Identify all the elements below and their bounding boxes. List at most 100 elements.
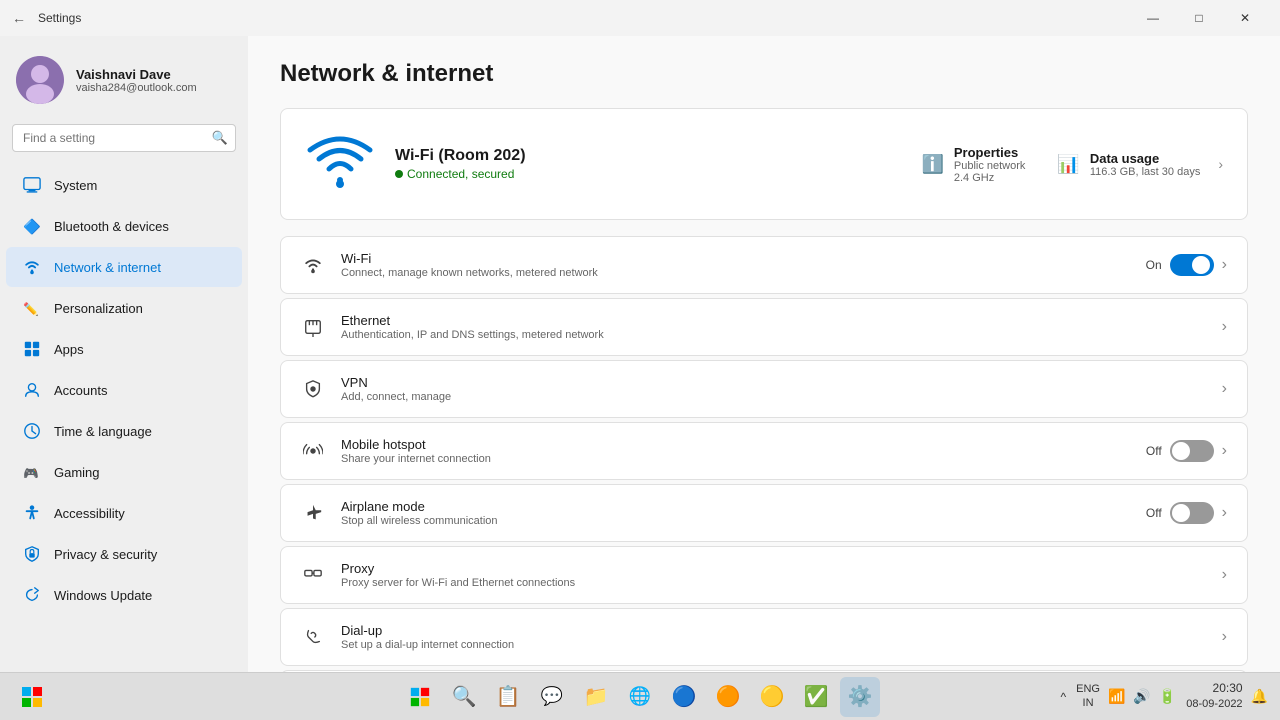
sys-tray: ENGIN 📶 🔊 🔋 — [1074, 681, 1178, 711]
data-usage-text: Data usage 116.3 GB, last 30 days — [1090, 151, 1200, 178]
privacy-icon — [22, 544, 42, 564]
taskbar-date-display: 08-09-2022 — [1186, 697, 1242, 712]
vpn-right: › — [1222, 380, 1227, 398]
settings-item-airplane[interactable]: Airplane mode Stop all wireless communic… — [280, 484, 1248, 542]
taskbar: 🔍 📋 💬 📁 🌐 🔵 🟠 🟡 ✅ ⚙️ ^ ENGIN 📶 🔊 🔋 20:30… — [0, 672, 1280, 720]
taskbar-settings-icon[interactable]: ⚙️ — [840, 677, 880, 717]
sidebar-item-accessibility[interactable]: Accessibility — [6, 493, 242, 533]
close-button[interactable]: ✕ — [1222, 0, 1268, 36]
sidebar-item-label-personalization: Personalization — [54, 301, 143, 316]
proxy-desc: Proxy server for Wi-Fi and Ethernet conn… — [341, 577, 1206, 589]
wifi-tray-icon[interactable]: 📶 — [1106, 686, 1127, 707]
back-icon[interactable]: ← — [12, 10, 26, 26]
taskbar-taskview-icon[interactable]: 📋 — [488, 677, 528, 717]
time-icon — [22, 421, 42, 441]
tray-expand-icon[interactable]: ^ — [1060, 690, 1066, 704]
hotspot-right: Off › — [1146, 440, 1227, 462]
settings-item-dialup[interactable]: Dial-up Set up a dial-up internet connec… — [280, 608, 1248, 666]
airplane-toggle-label: Off — [1146, 506, 1162, 520]
sidebar-item-label-gaming: Gaming — [54, 465, 100, 480]
sidebar-item-gaming[interactable]: 🎮 Gaming — [6, 452, 242, 492]
airplane-desc: Stop all wireless communication — [341, 515, 1130, 527]
data-usage-chevron: › — [1218, 156, 1223, 172]
wifi-properties: ℹ️ Properties Public network 2.4 GHz 📊 D… — [921, 145, 1223, 184]
taskbar-chrome-icon[interactable]: 🔵 — [664, 677, 704, 717]
sidebar-item-personalization[interactable]: ✏️ Personalization — [6, 288, 242, 328]
airplane-text: Airplane mode Stop all wireless communic… — [341, 499, 1130, 527]
user-email: vaisha284@outlook.com — [76, 82, 232, 94]
data-usage-label: Data usage — [1090, 151, 1200, 166]
dialup-chevron: › — [1222, 628, 1227, 646]
wifi-toggle[interactable] — [1170, 254, 1214, 276]
settings-item-vpn[interactable]: VPN Add, connect, manage › — [280, 360, 1248, 418]
apps-icon — [22, 339, 42, 359]
network-icon — [22, 257, 42, 277]
vpn-icon — [301, 377, 325, 401]
avatar[interactable] — [16, 56, 64, 104]
airplane-icon — [301, 501, 325, 525]
data-usage-item[interactable]: 📊 Data usage 116.3 GB, last 30 days › — [1057, 145, 1223, 184]
start-button[interactable] — [12, 677, 52, 717]
volume-tray-icon[interactable]: 🔊 — [1131, 686, 1152, 707]
taskbar-clock[interactable]: 20:30 08-09-2022 — [1186, 680, 1242, 712]
accessibility-icon — [22, 503, 42, 523]
sidebar-item-label-accessibility: Accessibility — [54, 506, 125, 521]
sidebar-item-network[interactable]: Network & internet — [6, 247, 242, 287]
sidebar: Vaishnavi Dave vaisha284@outlook.com 🔍 S… — [0, 36, 248, 672]
sidebar-item-system[interactable]: System — [6, 165, 242, 205]
airplane-toggle[interactable] — [1170, 502, 1214, 524]
search-input[interactable] — [12, 124, 236, 152]
sidebar-item-label-accounts: Accounts — [54, 383, 107, 398]
taskbar-stickyNotes-icon[interactable]: 🟡 — [752, 677, 792, 717]
properties-item[interactable]: ℹ️ Properties Public network 2.4 GHz — [921, 145, 1025, 184]
sidebar-item-time[interactable]: Time & language — [6, 411, 242, 451]
ethernet-right: › — [1222, 318, 1227, 336]
notification-icon[interactable]: 🔔 — [1251, 688, 1268, 705]
sidebar-item-label-update: Windows Update — [54, 588, 152, 603]
battery-tray-icon[interactable]: 🔋 — [1157, 686, 1178, 707]
ethernet-label: Ethernet — [341, 313, 1206, 328]
dialup-right: › — [1222, 628, 1227, 646]
ethernet-desc: Authentication, IP and DNS settings, met… — [341, 329, 1206, 341]
wifi-text: Wi-Fi Connect, manage known networks, me… — [341, 251, 1130, 279]
taskbar-explorer-icon[interactable]: 📁 — [576, 677, 616, 717]
taskbar-office-icon[interactable]: 🟠 — [708, 677, 748, 717]
hotspot-icon — [301, 439, 325, 463]
hotspot-toggle-label: Off — [1146, 444, 1162, 458]
ethernet-chevron: › — [1222, 318, 1227, 336]
airplane-label: Airplane mode — [341, 499, 1130, 514]
minimize-button[interactable]: — — [1130, 0, 1176, 36]
svg-text:🔷: 🔷 — [23, 217, 41, 235]
settings-item-ethernet[interactable]: Ethernet Authentication, IP and DNS sett… — [280, 298, 1248, 356]
sidebar-item-privacy[interactable]: Privacy & security — [6, 534, 242, 574]
maximize-button[interactable]: □ — [1176, 0, 1222, 36]
vpn-chevron: › — [1222, 380, 1227, 398]
title-bar-left: ← Settings — [12, 10, 81, 26]
sidebar-item-accounts[interactable]: Accounts — [6, 370, 242, 410]
bluetooth-icon: 🔷 — [22, 216, 42, 236]
sidebar-item-bluetooth[interactable]: 🔷 Bluetooth & devices — [6, 206, 242, 246]
wifi-hero[interactable]: Wi-Fi (Room 202) Connected, secured ℹ️ P… — [280, 108, 1248, 220]
svg-text:✏️: ✏️ — [23, 301, 39, 316]
settings-item-wifi[interactable]: Wi-Fi Connect, manage known networks, me… — [280, 236, 1248, 294]
vpn-text: VPN Add, connect, manage — [341, 375, 1206, 403]
sidebar-item-apps[interactable]: Apps — [6, 329, 242, 369]
app-body: Vaishnavi Dave vaisha284@outlook.com 🔍 S… — [0, 36, 1280, 672]
settings-item-proxy[interactable]: Proxy Proxy server for Wi-Fi and Etherne… — [280, 546, 1248, 604]
taskbar-todo-icon[interactable]: ✅ — [796, 677, 836, 717]
language-tray-icon[interactable]: ENGIN — [1074, 681, 1102, 711]
hotspot-toggle[interactable] — [1170, 440, 1214, 462]
settings-item-hotspot[interactable]: Mobile hotspot Share your internet conne… — [280, 422, 1248, 480]
sidebar-item-update[interactable]: Windows Update — [6, 575, 242, 615]
taskbar-search-icon[interactable]: 🔍 — [444, 677, 484, 717]
sidebar-item-label-system: System — [54, 178, 97, 193]
ethernet-icon — [301, 315, 325, 339]
dialup-desc: Set up a dial-up internet connection — [341, 639, 1206, 651]
taskbar-start-icon[interactable] — [400, 677, 440, 717]
taskbar-edge-icon[interactable]: 🌐 — [620, 677, 660, 717]
title-bar: ← Settings — □ ✕ — [0, 0, 1280, 36]
data-usage-icon: 📊 — [1057, 154, 1079, 175]
properties-sub2: 2.4 GHz — [954, 172, 1026, 184]
taskbar-teams-icon[interactable]: 💬 — [532, 677, 572, 717]
ethernet-text: Ethernet Authentication, IP and DNS sett… — [341, 313, 1206, 341]
